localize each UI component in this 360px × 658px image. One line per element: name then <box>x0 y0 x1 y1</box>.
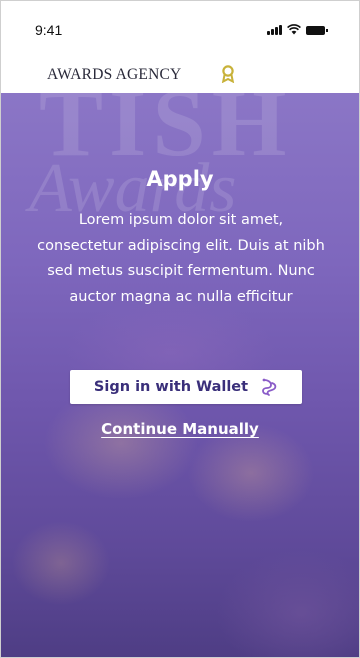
wallet-link-icon <box>262 378 277 396</box>
sign-in-wallet-button[interactable]: Sign in with Wallet <box>70 370 302 404</box>
wallet-button-label: Sign in with Wallet <box>93 379 249 395</box>
wifi-icon <box>287 24 301 35</box>
battery-icon <box>306 26 328 35</box>
page-title: Apply <box>146 167 214 191</box>
phone-screen: 9:41 AWARDS AGENCY TISH Awards Apply Lor… <box>0 0 360 658</box>
continue-manually-link[interactable]: Continue Manually <box>1 420 359 438</box>
status-bar: 9:41 <box>1 1 359 45</box>
signal-icon <box>267 25 282 35</box>
brand-name: AWARDS AGENCY <box>47 66 182 83</box>
status-time: 9:41 <box>35 22 63 38</box>
status-icons <box>267 24 328 35</box>
page-description: Lorem ipsum dolor sit amet, consectetur … <box>37 212 325 305</box>
award-icon <box>221 65 235 83</box>
